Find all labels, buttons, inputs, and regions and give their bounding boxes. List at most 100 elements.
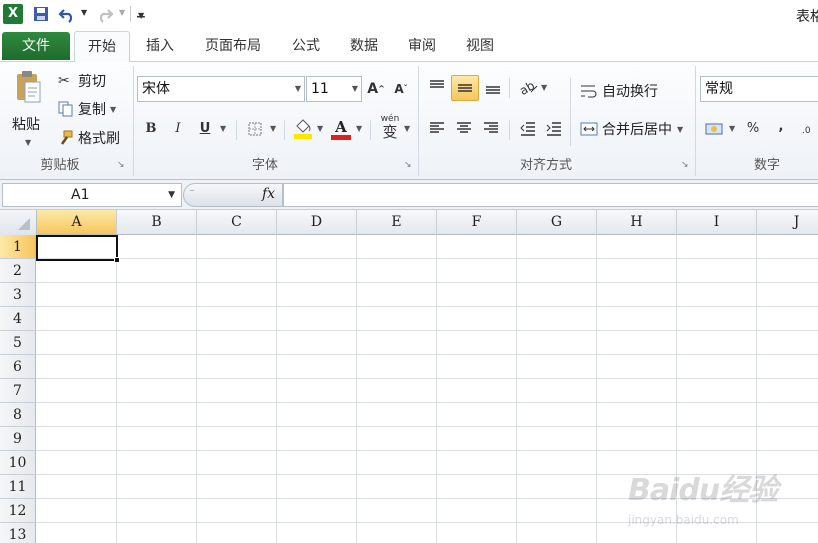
column-header-c[interactable]: C — [197, 210, 277, 235]
borders-icon[interactable] — [244, 118, 266, 140]
undo-dropdown-icon[interactable]: ▼ — [81, 8, 87, 17]
column-header-g[interactable]: G — [517, 210, 597, 235]
ribbon-home: 粘贴 ▼ ✂ 剪切 复制 ▼ 格式刷 剪贴板 ↘ 宋体 ▼ 11 ▼ A^ Aˇ… — [0, 62, 818, 180]
alignment-launcher-icon[interactable]: ↘ — [681, 160, 691, 170]
clipboard-launcher-icon[interactable]: ↘ — [117, 160, 127, 170]
row-header-4[interactable]: 4 — [0, 307, 36, 331]
row-header-2[interactable]: 2 — [0, 259, 36, 283]
phonetic-dropdown-icon[interactable]: ▼ — [404, 124, 410, 133]
phonetic-label: 变 — [382, 123, 398, 141]
font-size-combo[interactable]: 11 ▼ — [306, 76, 362, 102]
borders-dropdown-icon[interactable]: ▼ — [270, 124, 276, 133]
column-header-d[interactable]: D — [277, 210, 357, 235]
phonetic-guide-button[interactable]: wén 变 — [378, 114, 402, 142]
formula-bar: A1 ▼ ⁻ fx — [0, 180, 818, 210]
comma-style-button[interactable]: , — [770, 116, 792, 138]
row-header-12[interactable]: 12 — [0, 499, 36, 523]
tab-home[interactable]: 开始 — [74, 31, 130, 63]
shrink-font-icon[interactable]: Aˇ — [390, 78, 412, 100]
row-header-10[interactable]: 10 — [0, 451, 36, 475]
align-top-icon[interactable] — [426, 76, 448, 98]
merge-center-button[interactable]: 合并后居中 ▼ — [580, 118, 683, 140]
copy-dropdown-icon[interactable]: ▼ — [110, 105, 116, 114]
align-middle-icon[interactable] — [451, 75, 479, 101]
excel-logo-icon[interactable]: X — [3, 4, 23, 24]
number-format-combo[interactable]: 常规 — [700, 76, 818, 102]
redo-icon[interactable] — [96, 5, 116, 23]
wrap-text-button[interactable]: 自动换行 — [580, 80, 658, 102]
column-header-j[interactable]: J — [757, 210, 818, 235]
align-bottom-icon[interactable] — [482, 76, 504, 98]
select-all-corner[interactable] — [0, 210, 37, 236]
row-header-13[interactable]: 13 — [0, 523, 36, 543]
tab-data[interactable]: 数据 — [344, 31, 384, 61]
column-header-i[interactable]: I — [677, 210, 757, 235]
bold-button[interactable]: B — [140, 118, 162, 140]
copy-button[interactable]: 复制 ▼ — [58, 98, 116, 120]
column-header-e[interactable]: E — [357, 210, 437, 235]
percent-style-button[interactable]: % — [742, 118, 764, 140]
formula-input[interactable] — [283, 183, 818, 207]
format-painter-button[interactable]: 格式刷 — [58, 127, 120, 149]
tab-file[interactable]: 文件 — [2, 32, 70, 60]
customize-qat-arrow-icon[interactable]: ▼ — [138, 11, 144, 20]
orientation-icon[interactable]: ab — [517, 76, 539, 98]
tab-insert[interactable]: 插入 — [140, 31, 180, 61]
name-box[interactable]: A1 ▼ — [2, 183, 182, 207]
row-header-8[interactable]: 8 — [0, 403, 36, 427]
tab-review[interactable]: 审阅 — [402, 31, 442, 61]
align-left-icon[interactable] — [426, 117, 448, 139]
fill-color-icon[interactable] — [292, 116, 314, 139]
group-label-alignment: 对齐方式 — [519, 158, 572, 173]
column-header-b[interactable]: B — [117, 210, 197, 235]
grow-font-icon[interactable]: A^ — [365, 78, 387, 100]
formula-bar-splitter[interactable]: ⁻ fx — [183, 183, 283, 207]
save-icon[interactable] — [32, 5, 50, 23]
font-launcher-icon[interactable]: ↘ — [404, 160, 414, 170]
increase-decimal-icon[interactable]: .0 — [800, 118, 818, 140]
font-size-dropdown-icon[interactable]: ▼ — [352, 77, 358, 101]
merge-center-dropdown-icon[interactable]: ▼ — [677, 125, 683, 134]
fill-handle[interactable] — [114, 257, 120, 263]
font-name-combo[interactable]: 宋体 ▼ — [137, 76, 305, 102]
fill-color-dropdown-icon[interactable]: ▼ — [317, 124, 323, 133]
splitter-handle-icon: ⁻ — [189, 186, 195, 199]
row-header-1[interactable]: 1 — [0, 235, 36, 259]
copy-label: 复制 — [78, 102, 106, 118]
column-header-a[interactable]: A — [37, 210, 117, 235]
paste-dropdown-icon[interactable]: ▼ — [25, 138, 31, 147]
active-cell-a1[interactable] — [36, 235, 118, 261]
row-header-9[interactable]: 9 — [0, 427, 36, 451]
tab-page-layout[interactable]: 页面布局 — [198, 31, 268, 61]
row-header-11[interactable]: 11 — [0, 475, 36, 499]
font-name-dropdown-icon[interactable]: ▼ — [295, 77, 301, 101]
redo-dropdown-icon[interactable]: ▼ — [119, 8, 125, 17]
tab-view[interactable]: 视图 — [460, 31, 500, 61]
name-box-dropdown-icon[interactable]: ▼ — [168, 184, 175, 206]
orientation-dropdown-icon[interactable]: ▼ — [541, 83, 547, 92]
align-center-icon[interactable] — [453, 117, 475, 139]
underline-dropdown-icon[interactable]: ▼ — [220, 124, 226, 133]
row-header-5[interactable]: 5 — [0, 331, 36, 355]
worksheet-grid[interactable]: ABCDEFGHIJ 1 2 3 4 5 6 7 8 9 10 11 12 13 Baidu经验 jin… — [0, 210, 818, 543]
underline-button[interactable]: U — [194, 118, 216, 140]
increase-indent-icon[interactable] — [543, 117, 565, 139]
undo-icon[interactable] — [58, 5, 78, 23]
column-header-f[interactable]: F — [437, 210, 517, 235]
row-header-7[interactable]: 7 — [0, 379, 36, 403]
italic-button[interactable]: I — [167, 118, 189, 140]
tab-formulas[interactable]: 公式 — [286, 31, 326, 61]
font-color-dropdown-icon[interactable]: ▼ — [356, 124, 362, 133]
align-right-icon[interactable] — [480, 117, 502, 139]
paste-button[interactable]: 粘贴 ▼ — [6, 66, 50, 152]
row-header-6[interactable]: 6 — [0, 355, 36, 379]
row-header-3[interactable]: 3 — [0, 283, 36, 307]
insert-function-icon[interactable]: fx — [262, 186, 275, 202]
decrease-indent-icon[interactable] — [517, 117, 539, 139]
column-header-h[interactable]: H — [597, 210, 677, 235]
font-name-value: 宋体 — [142, 81, 170, 97]
accounting-dropdown-icon[interactable]: ▼ — [729, 124, 735, 133]
accounting-format-icon[interactable] — [704, 118, 726, 140]
font-color-button[interactable]: A — [330, 116, 352, 140]
cut-button[interactable]: ✂ 剪切 — [58, 70, 106, 92]
